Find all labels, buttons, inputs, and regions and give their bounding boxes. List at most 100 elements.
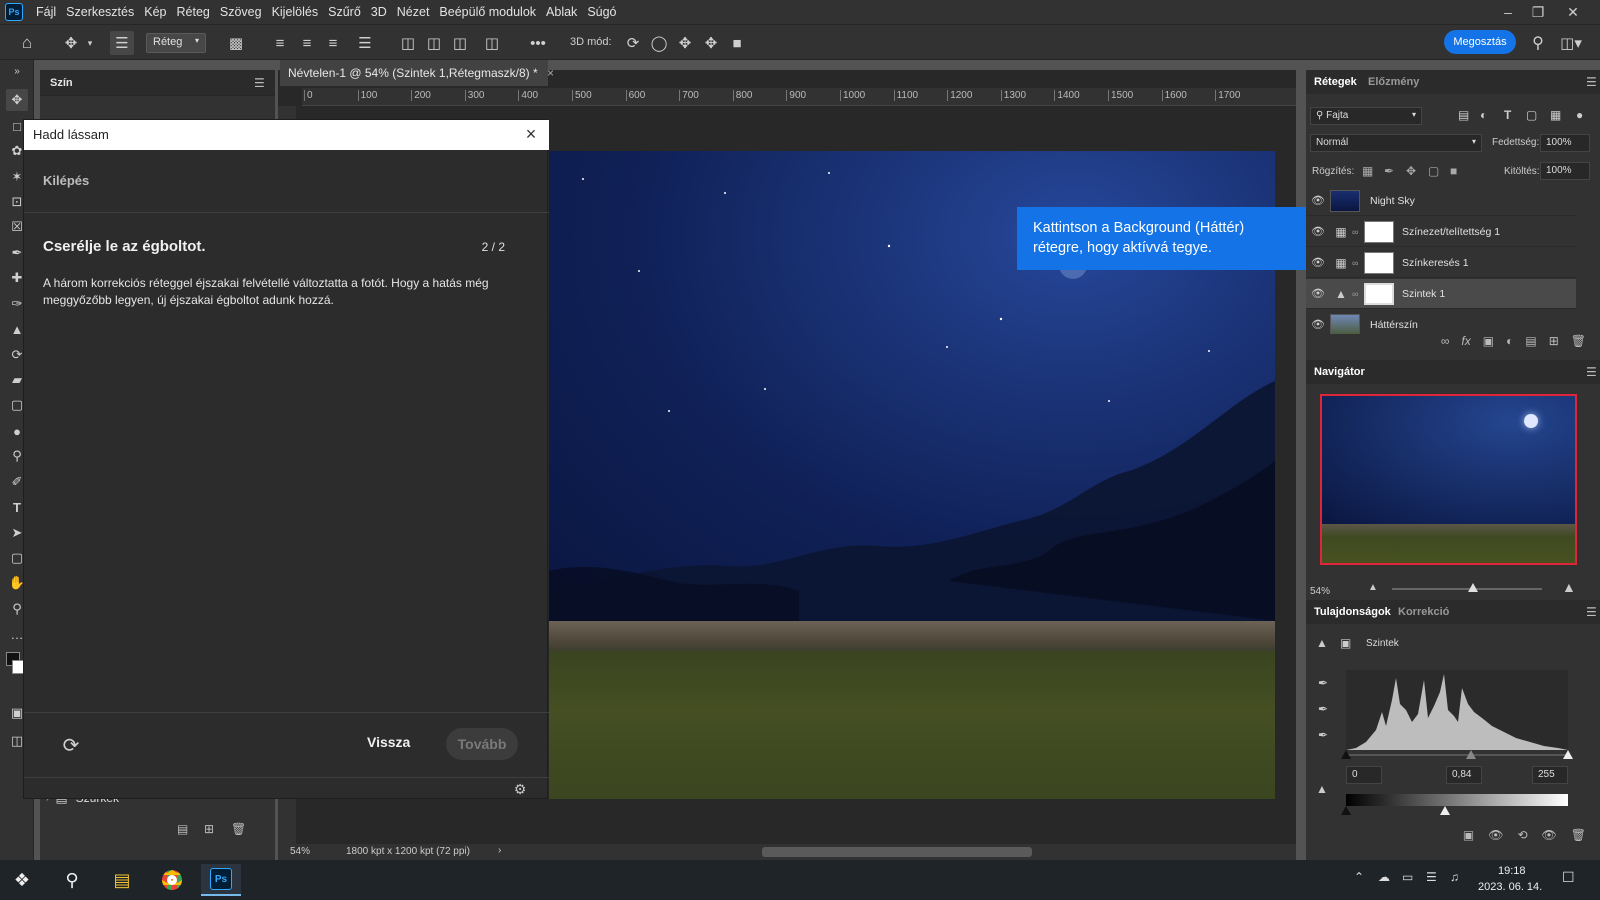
lock-all-icon[interactable]: ■ — [1450, 164, 1457, 178]
menu-filter[interactable]: Szűrő — [323, 0, 366, 24]
close-window-icon[interactable]: ✕ — [1555, 0, 1591, 24]
distribute-icon[interactable]: ☰ — [355, 31, 375, 55]
align-left-icon[interactable]: ≡ — [270, 31, 290, 55]
view-previous-icon[interactable]: 👁 — [1488, 828, 1503, 848]
align-right-icon[interactable]: ≡ — [323, 31, 343, 55]
more-options-icon[interactable]: ••• — [526, 31, 550, 55]
align-top-icon[interactable]: ◫ — [398, 31, 418, 55]
menu-edit[interactable]: Szerkesztés — [61, 0, 139, 24]
tab-history[interactable]: Előzmény — [1368, 76, 1419, 88]
visibility-eye-icon[interactable]: 👁 — [1306, 318, 1330, 331]
panel-menu-icon[interactable]: ☰ — [1586, 365, 1597, 379]
layer-filter-select[interactable]: ⚲ Fajta ▾ — [1310, 107, 1422, 125]
tab-color[interactable]: Szín — [50, 77, 73, 89]
opacity-input[interactable]: 100% — [1540, 134, 1590, 152]
filter-toggle-icon[interactable]: ● — [1576, 108, 1583, 122]
panel-menu-icon[interactable]: ☰ — [254, 76, 265, 90]
distribute-vertical-icon[interactable]: ◫ — [482, 31, 502, 55]
auto-select-target-select[interactable]: Réteg ▾ — [146, 33, 206, 53]
new-adjustment-icon[interactable]: ◐ — [1506, 334, 1513, 354]
gear-icon[interactable]: ⚙ — [511, 780, 529, 798]
input-white-handle[interactable] — [1563, 750, 1573, 759]
zoom-slider-handle[interactable] — [1468, 583, 1478, 592]
align-center-icon[interactable]: ≡ — [297, 31, 317, 55]
menu-window[interactable]: Ablak — [541, 0, 582, 24]
chevron-down-icon[interactable]: ▾ — [84, 31, 96, 55]
tab-adjustments[interactable]: Korrekció — [1398, 606, 1449, 618]
delete-adjustment-icon[interactable]: 🗑 — [1571, 828, 1586, 848]
output-white-handle[interactable] — [1440, 806, 1450, 815]
delete-layer-icon[interactable]: 🗑 — [1571, 334, 1586, 354]
3d-pan-icon[interactable]: ✥ — [674, 31, 696, 55]
visibility-eye-icon[interactable]: 👁 — [1306, 225, 1330, 238]
new-group-icon[interactable]: ▤ — [1525, 334, 1536, 354]
input-black-handle[interactable] — [1341, 750, 1351, 759]
share-button[interactable]: Megosztás — [1444, 30, 1516, 54]
lock-artboard-icon[interactable]: ▢ — [1428, 164, 1439, 178]
menu-plugins[interactable]: Beépülő modulok — [434, 0, 541, 24]
fx-icon[interactable]: fx — [1461, 334, 1470, 354]
visibility-eye-icon[interactable]: 👁 — [1306, 287, 1330, 300]
3d-orbit-icon[interactable]: ⟳ — [622, 31, 644, 55]
clip-to-layer-icon[interactable]: ▣ — [1463, 828, 1474, 848]
battery-icon[interactable]: ▭ — [1402, 870, 1413, 884]
menu-select[interactable]: Kijelölés — [267, 0, 324, 24]
input-gamma-handle[interactable] — [1466, 750, 1476, 759]
delete-swatch-icon[interactable]: 🗑 — [231, 822, 246, 836]
filter-shape-icon[interactable]: ▢ — [1526, 108, 1537, 122]
search-icon[interactable]: ⚲ — [1526, 31, 1550, 55]
new-folder-icon[interactable]: ▤ — [177, 822, 188, 836]
file-explorer-icon[interactable]: ▤ — [102, 864, 142, 896]
panel-menu-icon[interactable]: ☰ — [1586, 605, 1597, 619]
chrome-icon[interactable] — [152, 864, 192, 896]
restart-icon[interactable]: ⟳ — [60, 734, 82, 757]
layer-row[interactable]: 👁 Night Sky — [1306, 186, 1576, 216]
white-point-eyedropper-icon[interactable]: ✒ — [1318, 728, 1328, 742]
document-tab[interactable]: Névtelen-1 @ 54% (Szintek 1,Rétegmaszk/8… — [280, 60, 554, 86]
move-tool-icon[interactable]: ✥ — [6, 89, 28, 111]
collapse-panel-icon[interactable]: » — [6, 60, 28, 82]
new-swatch-icon[interactable]: ⊞ — [204, 822, 214, 836]
tab-properties[interactable]: Tulajdonságok — [1314, 606, 1391, 618]
lock-pixels-icon[interactable]: ✒ — [1384, 164, 1394, 178]
reset-icon[interactable]: ⟲ — [1517, 828, 1527, 848]
transform-controls-icon[interactable]: ▩ — [224, 31, 248, 55]
fill-input[interactable]: 100% — [1540, 162, 1590, 180]
3d-slide-icon[interactable]: ✥ — [700, 31, 722, 55]
gray-point-eyedropper-icon[interactable]: ✒ — [1318, 702, 1328, 716]
filter-pixel-icon[interactable]: ▤ — [1458, 108, 1469, 122]
input-white-field[interactable]: 255 — [1532, 766, 1568, 784]
horizontal-scrollbar[interactable] — [762, 847, 1032, 857]
panel-menu-icon[interactable]: ☰ — [1586, 75, 1597, 89]
zoom-out-icon[interactable]: ▲ — [1368, 582, 1378, 593]
link-layers-icon[interactable]: ∞ — [1441, 334, 1450, 354]
menu-help[interactable]: Súgó — [582, 0, 621, 24]
lock-transparent-icon[interactable]: ▦ — [1362, 164, 1373, 178]
visibility-eye-icon[interactable]: 👁 — [1306, 256, 1330, 269]
input-black-field[interactable]: 0 — [1346, 766, 1382, 784]
input-gamma-field[interactable]: 0,84 — [1446, 766, 1482, 784]
windows-start-icon[interactable]: ❖ — [2, 864, 42, 896]
close-icon[interactable]: × — [521, 124, 541, 144]
layer-row-selected[interactable]: 👁 ▲ ∞ Szintek 1 — [1306, 279, 1576, 309]
align-bottom-icon[interactable]: ◫ — [450, 31, 470, 55]
zoom-slider[interactable] — [1392, 588, 1542, 590]
next-button[interactable]: Tovább — [446, 728, 518, 760]
align-middle-icon[interactable]: ◫ — [424, 31, 444, 55]
blend-mode-select[interactable]: Normál ▾ — [1310, 134, 1482, 152]
chevron-up-icon[interactable]: ⌃ — [1354, 870, 1364, 884]
menu-image[interactable]: Kép — [139, 0, 171, 24]
navigator-preview[interactable] — [1320, 394, 1577, 565]
menu-type[interactable]: Szöveg — [215, 0, 267, 24]
auto-select-icon[interactable]: ☰ — [110, 31, 134, 55]
restore-icon[interactable]: ❐ — [1520, 0, 1556, 24]
workspace-icon[interactable]: ◫▾ — [1556, 31, 1586, 55]
wifi-icon[interactable]: ☰ — [1426, 870, 1437, 884]
clock-time[interactable]: 19:18 — [1498, 865, 1526, 877]
black-point-eyedropper-icon[interactable]: ✒ — [1318, 676, 1328, 690]
3d-roll-icon[interactable]: ◯ — [648, 31, 670, 55]
new-layer-icon[interactable]: ⊞ — [1549, 334, 1559, 354]
zoom-in-icon[interactable]: ▲ — [1562, 579, 1576, 595]
add-mask-icon[interactable]: ▣ — [1483, 334, 1494, 354]
menu-layer[interactable]: Réteg — [172, 0, 215, 24]
